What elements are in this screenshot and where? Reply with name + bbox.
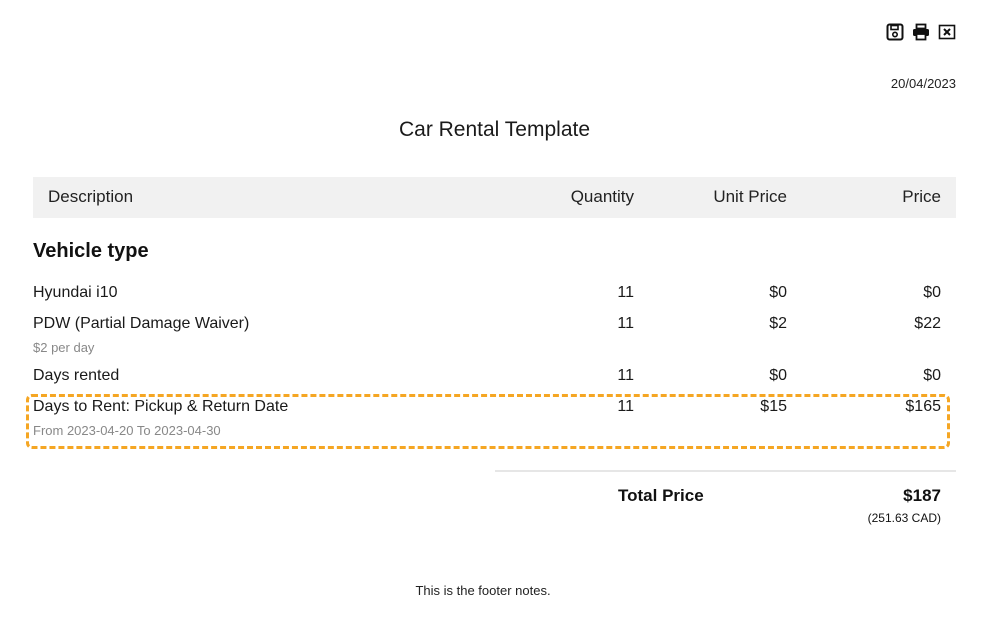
close-button[interactable] xyxy=(938,23,956,41)
document-date: 20/04/2023 xyxy=(890,76,956,91)
row-price: $0 xyxy=(923,284,941,301)
row-quantity: 11 xyxy=(617,284,634,301)
header-unit-price: Unit Price xyxy=(713,187,787,206)
totals-divider xyxy=(495,470,956,472)
section-title: Vehicle type xyxy=(33,240,149,262)
row-description: PDW (Partial Damage Waiver) xyxy=(33,315,250,332)
row-price: $165 xyxy=(905,398,941,415)
print-button[interactable] xyxy=(912,23,930,41)
save-button[interactable] xyxy=(886,23,904,41)
row-price: $22 xyxy=(914,315,941,332)
document-title: Car Rental Template xyxy=(398,118,591,141)
row-quantity: 11 xyxy=(617,315,634,332)
document-toolbar xyxy=(886,23,956,41)
row-unit-price: $15 xyxy=(760,398,787,415)
row-price: $0 xyxy=(923,367,941,384)
total-value: $187 xyxy=(903,486,941,505)
footer-notes: This is the footer notes. xyxy=(415,583,551,598)
row-unit-price: $2 xyxy=(769,315,787,332)
row-subtext: $2 per day xyxy=(33,340,95,355)
row-description: Days to Rent: Pickup & Return Date xyxy=(33,398,289,415)
save-icon xyxy=(886,23,904,41)
row-subtext: From 2023-04-20 To 2023-04-30 xyxy=(33,423,221,438)
total-label: Total Price xyxy=(618,486,704,505)
row-description: Hyundai i10 xyxy=(33,284,118,301)
header-description: Description xyxy=(48,187,134,206)
row-description: Days rented xyxy=(33,367,120,384)
header-price: Price xyxy=(902,187,941,206)
row-quantity: 11 xyxy=(617,398,634,415)
header-quantity: Quantity xyxy=(570,187,634,206)
table-header-row: Description Quantity Unit Price Price xyxy=(33,177,956,218)
print-icon xyxy=(913,23,929,41)
row-quantity: 11 xyxy=(617,367,634,384)
invoice-table-header: Description Quantity Unit Price Price xyxy=(33,177,956,218)
row-unit-price: $0 xyxy=(769,367,787,384)
total-converted: (251.63 CAD) xyxy=(867,511,941,525)
close-icon xyxy=(938,24,956,40)
row-unit-price: $0 xyxy=(769,284,787,301)
